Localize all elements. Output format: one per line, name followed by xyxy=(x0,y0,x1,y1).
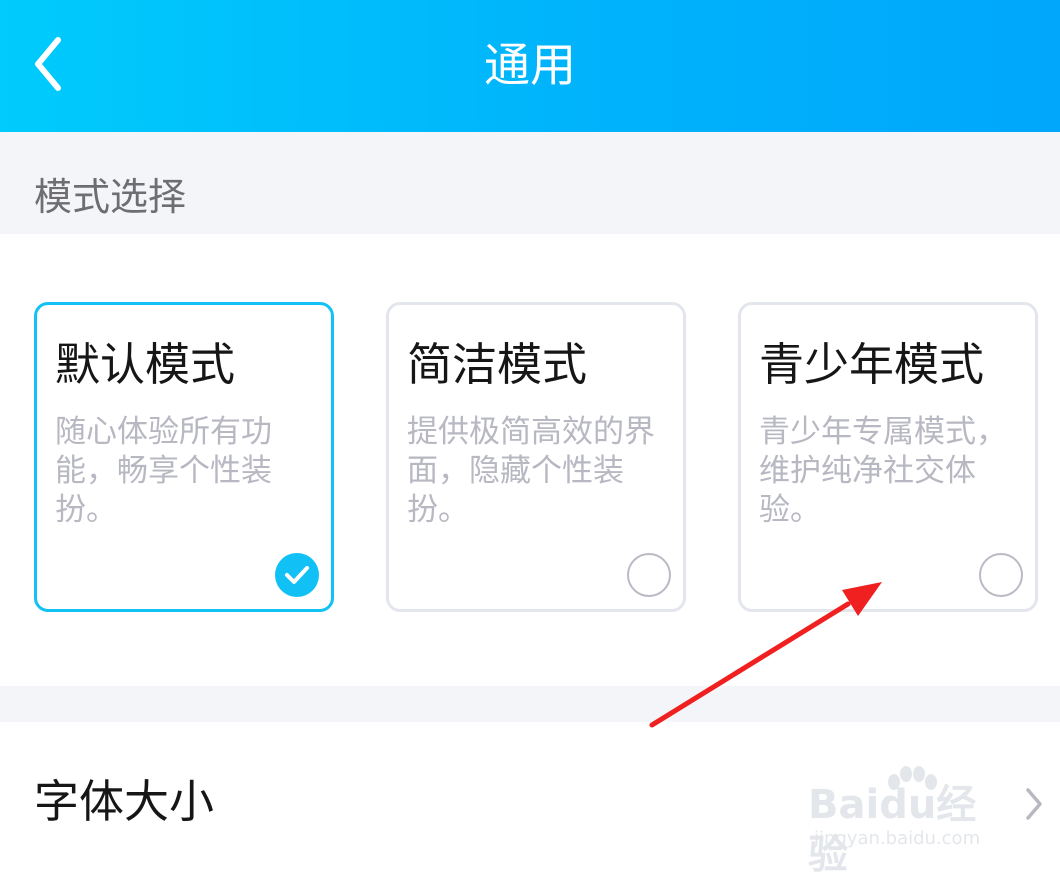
watermark-url: jingyan.baidu.com xyxy=(814,828,981,849)
chevron-right-icon xyxy=(1026,788,1042,820)
mode-card-simple[interactable]: 简洁模式 提供极简高效的界面，隐藏个性装扮。 xyxy=(386,302,686,612)
mode-card-description: 提供极简高效的界面，隐藏个性装扮。 xyxy=(407,414,655,528)
radio-unchecked[interactable] xyxy=(979,553,1023,597)
page-title: 通用 xyxy=(484,38,576,92)
mode-card-title: 默认模式 xyxy=(55,338,236,391)
top-bar: 通用 xyxy=(0,0,1060,132)
mode-card-title: 青少年模式 xyxy=(759,338,985,391)
font-size-label: 字体大小 xyxy=(34,775,215,828)
radio-checked[interactable] xyxy=(275,553,319,597)
section-label-mode-selection: 模式选择 xyxy=(34,175,187,219)
back-button[interactable] xyxy=(22,26,86,102)
baidu-watermark: Baidu经验 jingyan.baidu.com xyxy=(808,762,1008,878)
mode-card-teen[interactable]: 青少年模式 青少年专属模式，维护纯净社交体验。 xyxy=(738,302,1038,612)
mode-card-default[interactable]: 默认模式 随心体验所有功能，畅享个性装扮。 xyxy=(34,302,334,612)
chevron-left-icon xyxy=(35,37,61,91)
mode-card-description: 青少年专属模式，维护纯净社交体验。 xyxy=(759,414,1007,528)
mode-card-title: 简洁模式 xyxy=(407,338,588,391)
checkmark-icon xyxy=(285,566,309,584)
mode-card-description: 随心体验所有功能，畅享个性装扮。 xyxy=(55,414,272,528)
red-arrow-icon xyxy=(649,582,882,728)
